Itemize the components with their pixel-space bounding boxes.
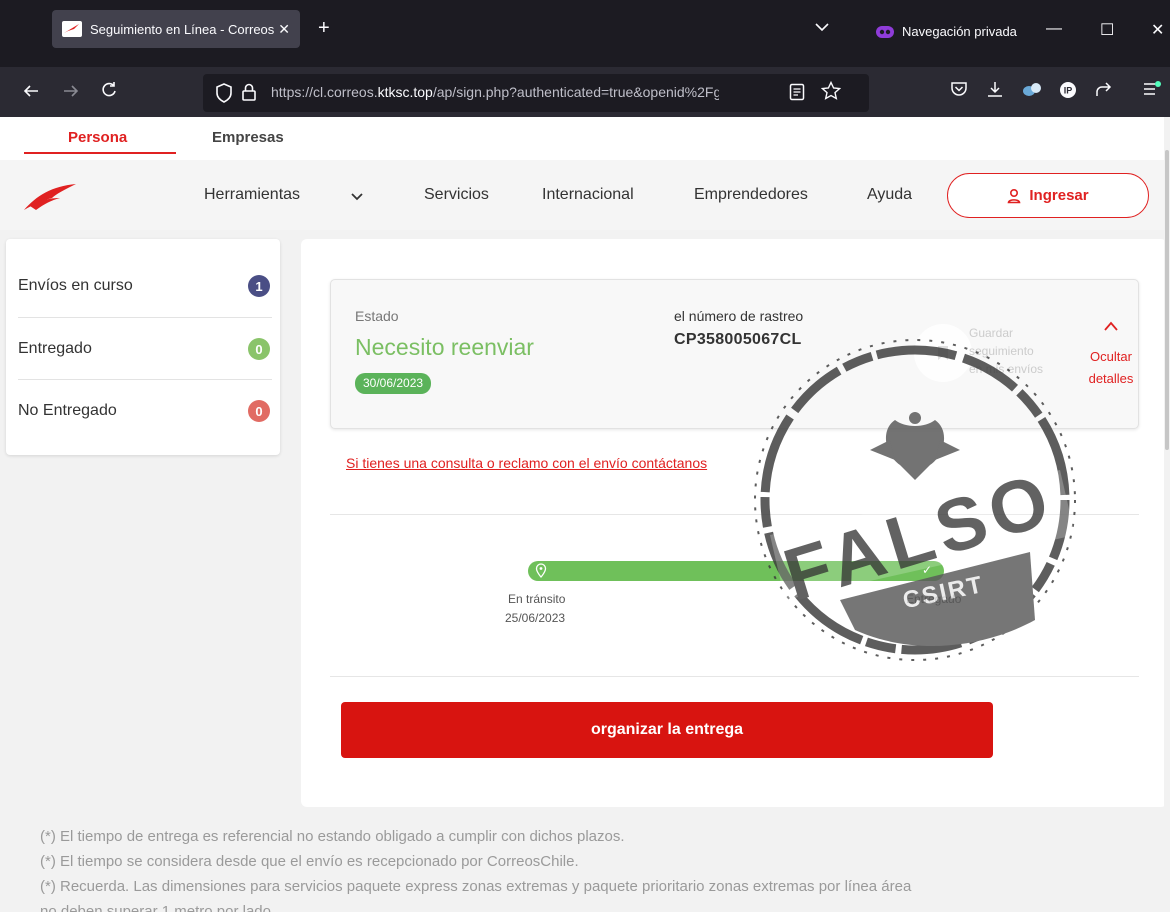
menu-herramientas[interactable]: Herramientas [204,186,300,204]
tracking-label: el número de rastreo [674,308,804,324]
footnote: (*) El tiempo se considera desde que el … [40,853,579,870]
bookmark-star-icon[interactable] [821,81,841,101]
contact-link[interactable]: Si tienes una consulta o reclamo con el … [346,455,707,471]
new-tab-button[interactable]: + [318,18,330,38]
forward-arrow-icon[interactable] [62,82,80,100]
window-close-button[interactable]: ✕ [1151,20,1164,40]
shipments-sidebar: Envíos en curso 1 Entregado 0 No Entrega… [6,239,280,455]
save-tracking-text[interactable]: Guardar seguimiento en mis envíos [969,324,1044,378]
tab-empresas[interactable]: Empresas [212,129,284,146]
shipment-status-card: Estado Necesito reenviar 30/06/2023 el n… [330,279,1139,429]
login-label: Ingresar [1029,187,1089,204]
menu-emprendedores[interactable]: Emprendedores [694,186,808,204]
menu-ayuda[interactable]: Ayuda [867,186,912,204]
sidebar-item-label: Entregado [18,340,92,357]
pocket-icon[interactable] [950,80,968,98]
footnotes: (*) El tiempo de entrega es referencial … [40,824,1150,912]
status-label: Estado [355,308,399,324]
user-icon [1007,188,1021,203]
footnote: (*) El tiempo de entrega es referencial … [40,828,625,845]
menu-servicios[interactable]: Servicios [424,186,489,204]
step-label-transit: En tránsito [508,592,566,606]
footnote: (*) Recuerda. Las dimensiones para servi… [40,878,912,895]
bookmark-icon [938,346,948,360]
tracking-number: CP358005067CL [674,331,802,348]
reload-icon[interactable] [100,81,118,99]
active-tab-indicator [24,152,176,154]
count-badge: 0 [248,400,270,422]
private-mask-icon [876,25,894,38]
window-minimize-button[interactable]: — [1046,20,1062,38]
tab-title: Seguimiento en Línea - Correos [90,21,275,37]
sidebar-item-en-curso[interactable]: Envíos en curso 1 [18,255,272,317]
reader-view-icon[interactable] [789,83,805,101]
url-bar[interactable]: https://cl.correos.ktksc.top/ap/sign.php… [203,74,869,112]
svg-text:IP: IP [1064,86,1073,96]
list-all-tabs-icon[interactable] [815,22,829,32]
sidebar-item-entregado[interactable]: Entregado 0 [18,318,272,380]
step-label-delivered: Entregado [906,592,962,606]
arrange-delivery-button[interactable]: organizar la entrega [341,702,993,758]
window-maximize-button[interactable]: ☐ [1100,20,1114,40]
share-icon[interactable] [1094,80,1112,98]
section-divider [330,676,1139,677]
tab-persona[interactable]: Persona [68,129,127,146]
chevron-down-icon[interactable] [350,192,364,202]
status-value: Necesito reenviar [355,334,534,360]
scrollbar-thumb[interactable] [1165,150,1169,450]
sidebar-item-label: No Entregado [18,402,117,419]
check-icon: ✓ [922,563,933,577]
count-badge: 0 [248,338,270,360]
app-menu-icon[interactable] [1142,80,1162,98]
browser-titlebar: Seguimiento en Línea - Correos ✕ + Naveg… [0,0,1170,67]
correos-favicon-icon [62,21,82,37]
private-label: Navegación privada [902,24,1017,39]
save-tracking-button[interactable] [914,324,972,382]
padlock-icon[interactable] [241,82,257,102]
url-text[interactable]: https://cl.correos.ktksc.top/ap/sign.php… [271,84,719,100]
downloads-icon[interactable] [986,80,1004,98]
tracking-progress-bar [528,561,944,581]
sidebar-item-no-entregado[interactable]: No Entregado 0 [18,380,272,442]
section-divider [330,514,1139,515]
chevron-up-icon[interactable] [1103,320,1119,332]
count-badge: 1 [248,275,270,297]
login-button[interactable]: Ingresar [947,173,1149,218]
sidebar-item-label: Envíos en curso [18,277,133,294]
correos-logo[interactable] [22,182,78,212]
private-browsing-indicator: Navegación privada [876,24,1017,39]
step-date-transit: 25/06/2023 [505,611,566,625]
extension-icon[interactable] [1022,80,1042,98]
location-pin-icon [535,563,547,578]
back-arrow-icon[interactable] [22,82,40,100]
hide-details-link[interactable]: Ocultar detalles [1083,346,1139,390]
tracking-protection-shield-icon[interactable] [215,83,233,103]
footnote: no deben superar 1 metro por lado. [40,903,276,912]
tab-close-icon[interactable]: ✕ [278,21,290,38]
browser-tab[interactable]: Seguimiento en Línea - Correos ✕ [52,10,300,48]
menu-internacional[interactable]: Internacional [542,186,634,204]
ip-extension-icon[interactable]: IP [1058,80,1078,100]
status-date-badge: 30/06/2023 [355,373,432,394]
